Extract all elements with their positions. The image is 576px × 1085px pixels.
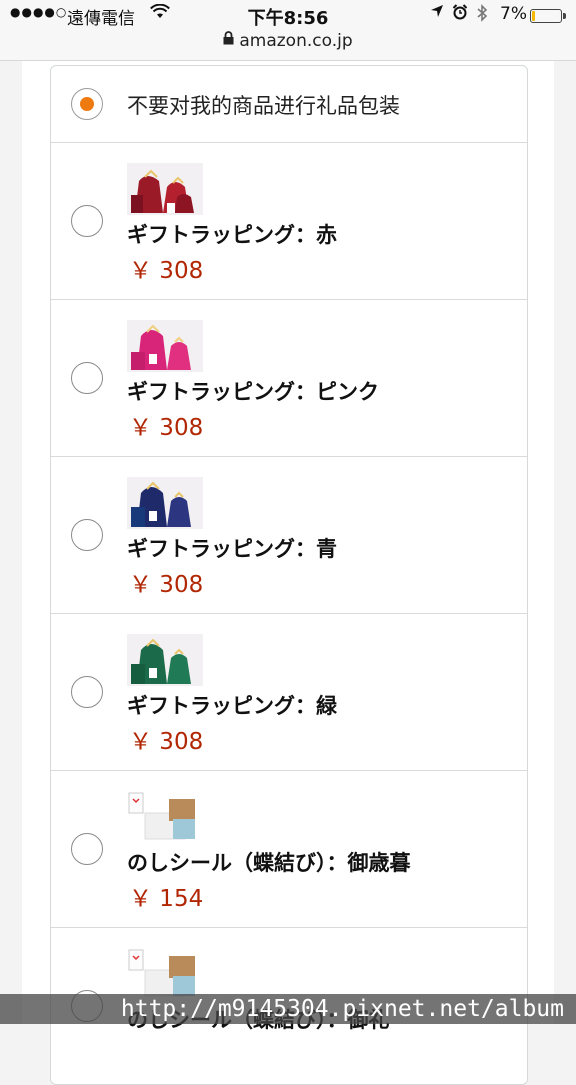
option-price: ￥ 308: [129, 415, 204, 441]
option-name: ギフトラッピング：赤: [127, 223, 337, 247]
url-text: amazon.co.jp: [239, 31, 353, 51]
location-arrow-icon: [430, 4, 444, 22]
radio-button[interactable]: [71, 362, 103, 394]
gift-bag-green-icon: [127, 634, 203, 686]
noshi-seal-icon: [127, 789, 201, 845]
option-name: のしシール（蝶結び）：御歳暮: [127, 851, 411, 875]
radio-button[interactable]: [71, 205, 103, 237]
option-name: ギフトラッピング：ピンク: [127, 380, 379, 404]
gift-bag-pink-icon: [127, 320, 203, 372]
gift-bag-blue-icon: [127, 477, 203, 529]
bluetooth-icon: [476, 4, 488, 26]
watermark: http://m9145304.pixnet.net/album: [0, 994, 576, 1024]
battery-percent: 7%: [500, 4, 527, 24]
gift-option-green[interactable]: ギフトラッピング：緑 ￥ 308: [51, 613, 527, 770]
checkout-page: 不要对我的商品进行礼品包装 ギフトラッピング：赤 ￥ 308 ギフトラッピング：…: [22, 61, 554, 1085]
gift-option-red[interactable]: ギフトラッピング：赤 ￥ 308: [51, 142, 527, 299]
gift-option-list: 不要对我的商品进行礼品包装 ギフトラッピング：赤 ￥ 308 ギフトラッピング：…: [50, 65, 528, 1085]
option-name: ギフトラッピング：青: [127, 537, 337, 561]
battery-icon: [530, 9, 566, 23]
option-price: ￥ 308: [129, 729, 204, 755]
option-label: 不要对我的商品进行礼品包装: [127, 94, 400, 118]
gift-option-noshi-oseibo[interactable]: のしシール（蝶結び）：御歳暮 ￥ 154: [51, 770, 527, 927]
radio-button[interactable]: [71, 519, 103, 551]
gift-option-none[interactable]: 不要对我的商品进行礼品包装: [51, 66, 527, 142]
option-name: ギフトラッピング：緑: [127, 694, 337, 718]
gift-bag-red-icon: [127, 163, 203, 215]
radio-button[interactable]: [71, 833, 103, 865]
option-price: ￥ 308: [129, 572, 204, 598]
radio-button-selected[interactable]: [71, 88, 103, 120]
radio-button[interactable]: [71, 676, 103, 708]
address-bar[interactable]: amazon.co.jp: [0, 31, 576, 51]
gift-option-pink[interactable]: ギフトラッピング：ピンク ￥ 308: [51, 299, 527, 456]
alarm-clock-icon: [452, 4, 468, 24]
gift-option-blue[interactable]: ギフトラッピング：青 ￥ 308: [51, 456, 527, 613]
option-price: ￥ 308: [129, 258, 204, 284]
lock-icon: [223, 31, 234, 49]
option-price: ￥ 154: [129, 886, 204, 912]
clock: 下午8:56: [247, 8, 329, 29]
status-bar: ●●●●○ 遠傳電信 下午8:56 7% amazon.co.jp: [0, 0, 576, 61]
